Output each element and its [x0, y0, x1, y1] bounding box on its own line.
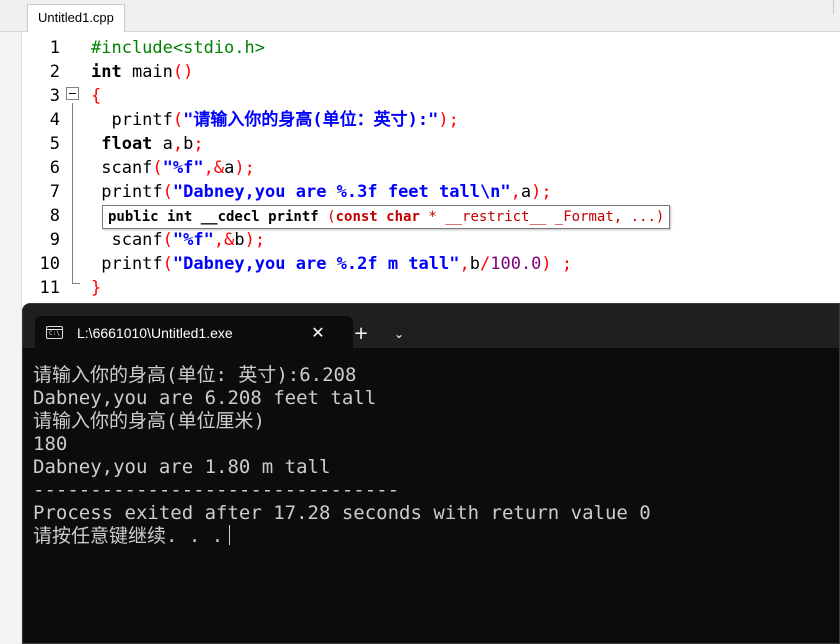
fold-collapse-icon[interactable]: [66, 87, 79, 100]
close-icon[interactable]: ✕: [307, 322, 329, 344]
symbol: (: [172, 110, 184, 130]
string-literal: "请输入你的身高(单位：英寸):": [183, 110, 439, 130]
string-literal: "Dabney,you are %.3f feet tall\n": [172, 182, 511, 202]
output-line: 请输入你的身高(单位: 英寸):6.208: [33, 364, 357, 386]
tooltip-paren: ): [655, 209, 665, 225]
project-panel-edge: [0, 32, 22, 644]
code-line-1[interactable]: #include<stdio.h>: [91, 36, 265, 60]
identifier: printf: [91, 182, 163, 202]
tooltip-rest: , ...: [613, 209, 656, 225]
new-tab-button[interactable]: +: [349, 322, 373, 346]
symbol: );: [234, 158, 255, 178]
tooltip-param-type: const char: [335, 209, 420, 225]
fold-guide-end: [72, 283, 80, 284]
output-line: Dabney,you are 6.208 feet tall: [33, 387, 377, 409]
tooltip-param-name: __restrict__ _Format: [445, 209, 614, 225]
identifier: a: [152, 134, 173, 154]
code-line-7[interactable]: printf("Dabney,you are %.3f feet tall\n"…: [91, 180, 552, 204]
string-literal: "%f": [172, 230, 214, 250]
line-number: 2: [49, 62, 60, 82]
symbol: ,: [172, 134, 184, 154]
line-number: 5: [49, 134, 60, 154]
line-number: 9: [49, 230, 60, 250]
symbol: (: [162, 230, 173, 250]
output-line-prompt: 请按任意键继续. . .: [33, 525, 833, 548]
console-icon: C:\: [46, 326, 63, 339]
identifier: scanf: [91, 158, 153, 178]
code-line-5[interactable]: float a,b;: [91, 132, 204, 156]
symbol: /: [479, 254, 491, 274]
symbol: (): [172, 62, 194, 82]
output-line: 180: [33, 433, 68, 455]
keyword: float: [91, 134, 153, 154]
tooltip-paren: (: [327, 209, 336, 225]
output-line: Dabney,you are 1.80 m tall: [33, 456, 331, 478]
fold-guide-line: [72, 103, 73, 283]
string-literal: "Dabney,you are %.2f m tall": [172, 254, 460, 274]
symbol: (: [162, 182, 173, 202]
line-number: 1: [49, 38, 60, 58]
terminal-output[interactable]: 请输入你的身高(单位: 英寸):6.208 Dabney,you are 6.2…: [33, 364, 833, 548]
symbol: );: [531, 182, 552, 202]
code-line-11[interactable]: }: [91, 276, 101, 300]
line-number: 6: [49, 158, 60, 178]
line-number: 4: [49, 110, 60, 130]
code-line-6[interactable]: scanf("%f",&a);: [91, 156, 255, 180]
terminal-tab-title: L:\6661010\Untitled1.exe: [77, 325, 233, 341]
line-number: 7: [49, 182, 60, 202]
file-tab-untitled1[interactable]: Untitled1.cpp: [27, 4, 125, 32]
code-line-4[interactable]: printf("请输入你的身高(单位：英寸):");: [91, 108, 459, 132]
line-number: 8: [49, 206, 60, 226]
identifier: b: [183, 134, 194, 154]
number-literal: 100.0: [490, 254, 542, 274]
keyword: int: [91, 62, 122, 82]
line-number: 10: [39, 254, 60, 274]
identifier: b: [234, 230, 245, 250]
identifier: printf: [91, 110, 173, 130]
output-line: 请输入你的身高(单位厘米): [33, 410, 265, 432]
console-icon-text: C:\: [49, 330, 60, 337]
code-line-2[interactable]: int main(): [91, 60, 193, 84]
identifier: a: [520, 182, 532, 202]
symbol: ,&: [213, 230, 235, 250]
symbol: );: [244, 230, 266, 250]
line-number: 11: [39, 278, 60, 298]
symbol: ,&: [203, 158, 225, 178]
preprocessor-directive: #include<stdio.h>: [91, 38, 265, 58]
editor-tab-bar: Untitled1.cpp: [0, 0, 840, 32]
signature-tooltip: public int __cdecl printf (const char * …: [102, 205, 671, 229]
output-line: Process exited after 17.28 seconds with …: [33, 502, 651, 524]
tooltip-star: *: [419, 209, 446, 225]
code-line-9[interactable]: scanf("%f",&b);: [91, 228, 265, 252]
text-cursor: [229, 525, 231, 545]
code-line-10[interactable]: printf("Dabney,you are %.2f m tall",b/10…: [91, 252, 572, 276]
symbol: (: [162, 254, 173, 274]
terminal-tab[interactable]: C:\ L:\6661010\Untitled1.exe ✕: [35, 316, 353, 349]
output-line: --------------------------------: [33, 479, 400, 501]
identifier: printf: [91, 254, 163, 274]
identifier: a: [224, 158, 235, 178]
identifier: scanf: [91, 230, 163, 250]
symbol: ,: [510, 182, 521, 202]
symbol: ;: [193, 134, 204, 154]
symbol: (: [152, 158, 163, 178]
tab-bar-divider: [833, 0, 834, 14]
symbol: }: [91, 278, 102, 298]
terminal-tab-bar: C:\ L:\6661010\Untitled1.exe ✕ + ⌄: [23, 304, 839, 349]
symbol: ,: [459, 254, 470, 274]
symbol: );: [438, 110, 459, 130]
symbol: ) ;: [541, 254, 573, 274]
identifier: main: [121, 62, 173, 82]
chevron-down-icon[interactable]: ⌄: [387, 322, 411, 346]
terminal-window[interactable]: C:\ L:\6661010\Untitled1.exe ✕ + ⌄ 请输入你的…: [22, 303, 840, 644]
identifier: b: [469, 254, 480, 274]
line-number: 3: [49, 86, 60, 106]
symbol: {: [91, 86, 102, 106]
tooltip-prefix: public int __cdecl printf: [108, 209, 328, 225]
code-line-3[interactable]: {: [91, 84, 101, 108]
string-literal: "%f": [162, 158, 204, 178]
prompt-text: 请按任意键继续. . .: [33, 525, 224, 547]
